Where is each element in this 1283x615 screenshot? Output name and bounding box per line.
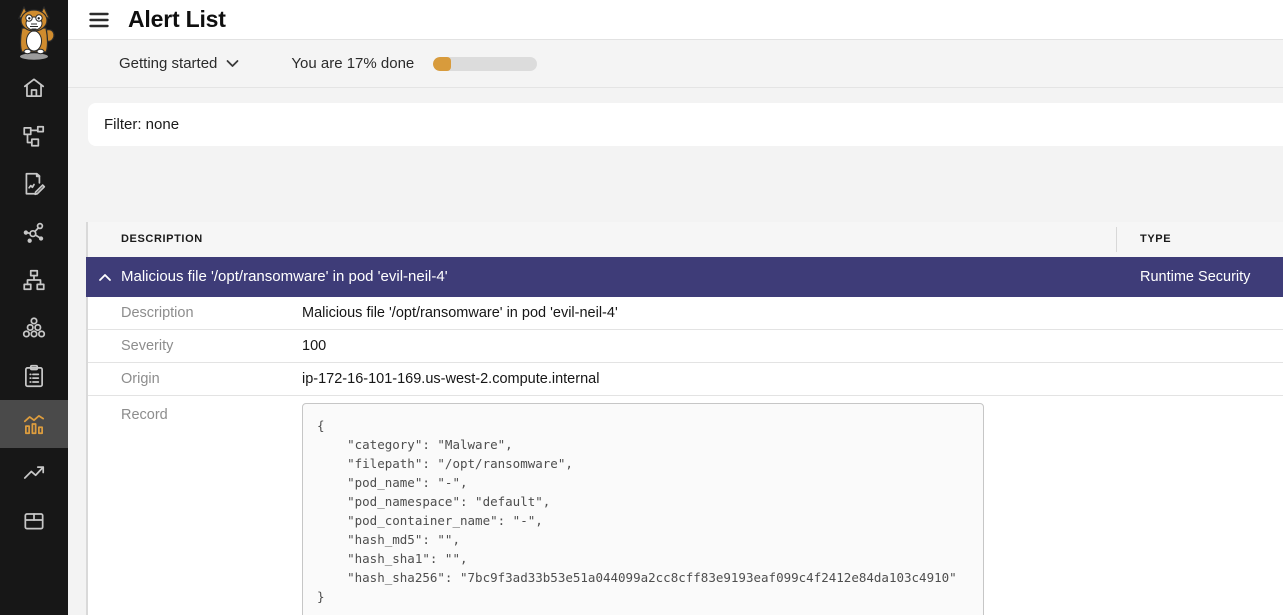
sidebar-item-packages[interactable] xyxy=(0,496,68,544)
cat-mascot-logo xyxy=(10,6,58,62)
package-icon xyxy=(21,507,47,533)
filter-bar[interactable]: Filter: none xyxy=(88,103,1283,146)
progress-bar xyxy=(433,57,537,71)
topbar: Alert List xyxy=(68,0,1283,40)
sidebar-item-reports[interactable] xyxy=(0,160,68,208)
getting-started-toggle[interactable]: Getting started xyxy=(119,55,239,72)
progress-text: You are 17% done xyxy=(291,55,414,72)
hamburger-icon xyxy=(87,8,111,32)
home-icon xyxy=(21,75,47,101)
sitemap-icon xyxy=(21,267,47,293)
alerts-chart-icon xyxy=(21,411,47,437)
detail-row-severity: Severity 100 xyxy=(88,330,1283,363)
detail-label: Origin xyxy=(121,363,302,395)
alert-row-details: Description Malicious file '/opt/ransomw… xyxy=(88,297,1283,615)
network-graph-icon xyxy=(21,219,47,245)
chevron-up-icon xyxy=(98,273,112,282)
detail-label: Description xyxy=(121,297,302,329)
collapse-row-control[interactable] xyxy=(98,257,112,297)
sidebar-item-network[interactable] xyxy=(0,208,68,256)
sidebar-item-sitemap[interactable] xyxy=(0,256,68,304)
sidebar-item-trends[interactable] xyxy=(0,448,68,496)
detail-value: ip-172-16-101-169.us-west-2.compute.inte… xyxy=(302,363,599,395)
sidebar-item-home[interactable] xyxy=(0,64,68,112)
detail-row-description: Description Malicious file '/opt/ransomw… xyxy=(88,297,1283,330)
sidebar xyxy=(0,0,68,615)
alert-row-type: Runtime Security xyxy=(1140,257,1250,297)
report-edit-icon xyxy=(21,171,47,197)
detail-label: Record xyxy=(121,403,302,615)
main-area: Alert List Getting started You are 17% d… xyxy=(68,0,1283,615)
menu-toggle-button[interactable] xyxy=(83,4,115,36)
sidebar-item-alerts[interactable] xyxy=(0,400,68,448)
detail-value: Malicious file '/opt/ransomware' in pod … xyxy=(302,297,618,329)
column-divider xyxy=(1116,227,1117,252)
progress-bar-fill xyxy=(433,57,451,71)
sidebar-item-topology[interactable] xyxy=(0,112,68,160)
app-logo[interactable] xyxy=(0,0,68,64)
trending-up-icon xyxy=(21,459,47,485)
alert-table: DESCRIPTION TYPE Malicious file '/opt/ra… xyxy=(86,222,1283,615)
column-header-description[interactable]: DESCRIPTION xyxy=(121,222,203,257)
alert-row-description: Malicious file '/opt/ransomware' in pod … xyxy=(121,257,448,297)
sidebar-nav xyxy=(0,64,68,544)
detail-row-origin: Origin ip-172-16-101-169.us-west-2.compu… xyxy=(88,363,1283,396)
record-json-block: { "category": "Malware", "filepath": "/o… xyxy=(302,403,984,615)
app-window: Alert List Getting started You are 17% d… xyxy=(0,0,1283,615)
filter-label: Filter: none xyxy=(104,116,179,133)
getting-started-bar: Getting started You are 17% done xyxy=(68,40,1283,88)
topology-icon xyxy=(21,123,47,149)
content-area: Filter: none DESCRIPTION TYPE Malicious … xyxy=(68,88,1283,615)
sidebar-item-cluster[interactable] xyxy=(0,304,68,352)
sidebar-item-tasks[interactable] xyxy=(0,352,68,400)
alert-row-expanded[interactable]: Malicious file '/opt/ransomware' in pod … xyxy=(86,257,1283,297)
detail-value: 100 xyxy=(302,330,326,362)
cluster-icon xyxy=(21,315,47,341)
detail-row-record: Record { "category": "Malware", "filepat… xyxy=(88,396,1283,615)
chevron-down-icon xyxy=(226,59,239,68)
detail-label: Severity xyxy=(121,330,302,362)
column-header-type[interactable]: TYPE xyxy=(1140,222,1171,257)
clipboard-list-icon xyxy=(21,363,47,389)
getting-started-label: Getting started xyxy=(119,55,217,72)
table-header-row: DESCRIPTION TYPE xyxy=(88,222,1283,257)
page-title: Alert List xyxy=(128,6,226,33)
